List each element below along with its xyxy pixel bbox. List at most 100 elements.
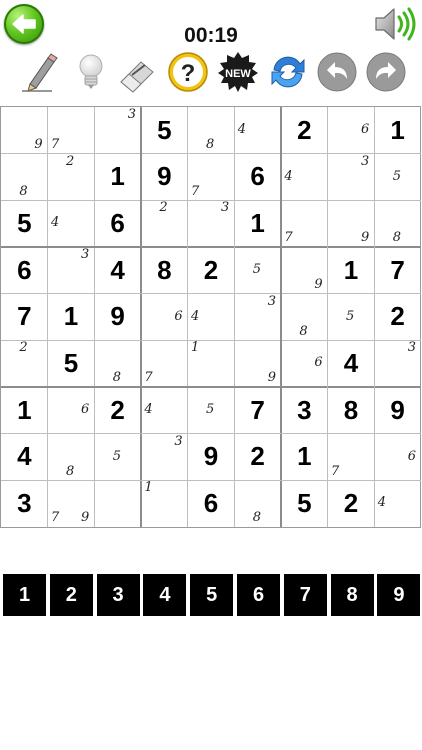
sudoku-cell[interactable]: 1 bbox=[1, 387, 48, 434]
sudoku-cell[interactable]: 7 bbox=[188, 154, 235, 201]
sudoku-cell[interactable]: 1 bbox=[188, 340, 235, 387]
sudoku-cell[interactable]: 5 bbox=[328, 294, 375, 341]
number-key-9[interactable]: 9 bbox=[377, 574, 421, 616]
sudoku-cell[interactable]: 6 bbox=[48, 387, 95, 434]
sudoku-cell[interactable]: 3 bbox=[188, 200, 235, 247]
cell-candidate: 3 bbox=[361, 153, 370, 169]
number-key-6[interactable]: 6 bbox=[237, 574, 280, 616]
eraser-button[interactable] bbox=[115, 50, 159, 94]
sudoku-cell[interactable]: 1 bbox=[141, 480, 188, 527]
sudoku-cell[interactable]: 6 bbox=[1, 247, 48, 294]
sudoku-cell[interactable]: 1 bbox=[234, 200, 281, 247]
sudoku-cell[interactable]: 7 bbox=[141, 340, 188, 387]
sudoku-cell[interactable]: 7 bbox=[281, 200, 328, 247]
sudoku-cell[interactable]: 9 bbox=[374, 387, 421, 434]
sudoku-cell[interactable]: 6 bbox=[234, 154, 281, 201]
sudoku-cell[interactable]: 9 bbox=[281, 247, 328, 294]
sudoku-cell[interactable]: 6 bbox=[94, 200, 141, 247]
sudoku-cell[interactable]: 5 bbox=[188, 387, 235, 434]
number-key-2[interactable]: 2 bbox=[49, 574, 93, 616]
sudoku-cell[interactable]: 5 bbox=[281, 480, 328, 527]
sudoku-cell[interactable]: 4 bbox=[141, 387, 188, 434]
sudoku-cell[interactable]: 4 bbox=[1, 434, 48, 481]
sudoku-cell[interactable]: 2 bbox=[188, 247, 235, 294]
sudoku-cell[interactable]: 8 bbox=[328, 387, 375, 434]
sudoku-cell[interactable]: 2 bbox=[94, 387, 141, 434]
sudoku-cell[interactable]: 8 bbox=[188, 107, 235, 154]
sudoku-cell[interactable]: 4 bbox=[281, 154, 328, 201]
sudoku-cell[interactable]: 9 bbox=[1, 107, 48, 154]
refresh-button[interactable] bbox=[266, 50, 310, 94]
sudoku-cell[interactable]: 7 bbox=[48, 107, 95, 154]
sudoku-cell[interactable]: 2 bbox=[281, 107, 328, 154]
sudoku-cell[interactable]: 8 bbox=[141, 247, 188, 294]
sudoku-cell[interactable]: 3 bbox=[374, 340, 421, 387]
number-key-3[interactable]: 3 bbox=[96, 574, 140, 616]
sudoku-cell[interactable]: 8 bbox=[1, 154, 48, 201]
sudoku-cell[interactable]: 3 bbox=[234, 294, 281, 341]
sudoku-cell[interactable]: 5 bbox=[94, 434, 141, 481]
sudoku-cell[interactable]: 1 bbox=[94, 154, 141, 201]
sudoku-cell[interactable]: 3 bbox=[281, 387, 328, 434]
sound-toggle-button[interactable] bbox=[372, 4, 420, 44]
sudoku-cell[interactable]: 2 bbox=[1, 340, 48, 387]
sudoku-cell[interactable]: 2 bbox=[374, 294, 421, 341]
sudoku-cell[interactable]: 2 bbox=[234, 434, 281, 481]
sudoku-cell[interactable]: 8 bbox=[374, 200, 421, 247]
sudoku-cell[interactable] bbox=[94, 480, 141, 527]
sudoku-cell[interactable]: 7 bbox=[374, 247, 421, 294]
sudoku-cell[interactable]: 4 bbox=[234, 107, 281, 154]
number-key-5[interactable]: 5 bbox=[190, 574, 234, 616]
sudoku-cell[interactable]: 1 bbox=[281, 434, 328, 481]
sudoku-cell[interactable]: 1 bbox=[48, 294, 95, 341]
sudoku-cell[interactable]: 2 bbox=[48, 154, 95, 201]
new-game-button[interactable]: NEW bbox=[216, 50, 260, 94]
sudoku-cell[interactable]: 7 bbox=[328, 434, 375, 481]
undo-button[interactable] bbox=[315, 50, 359, 94]
sudoku-cell[interactable]: 5 bbox=[1, 200, 48, 247]
sudoku-cell[interactable]: 3 bbox=[141, 434, 188, 481]
sudoku-cell[interactable]: 7 bbox=[1, 294, 48, 341]
sudoku-cell[interactable]: 4 bbox=[374, 480, 421, 527]
sudoku-cell[interactable]: 3 bbox=[328, 154, 375, 201]
sudoku-cell[interactable]: 3 bbox=[48, 247, 95, 294]
sudoku-cell[interactable]: 9 bbox=[141, 154, 188, 201]
sudoku-cell[interactable]: 3 bbox=[94, 107, 141, 154]
sudoku-cell[interactable]: 8 bbox=[234, 480, 281, 527]
sudoku-cell[interactable]: 7 bbox=[234, 387, 281, 434]
sudoku-cell[interactable]: 4 bbox=[48, 200, 95, 247]
pencil-button[interactable] bbox=[18, 50, 62, 94]
sudoku-cell[interactable]: 5 bbox=[141, 107, 188, 154]
help-button[interactable]: ? bbox=[166, 50, 210, 94]
sudoku-cell[interactable]: 3 bbox=[1, 480, 48, 527]
sudoku-cell[interactable]: 97 bbox=[48, 480, 95, 527]
sudoku-cell[interactable]: 9 bbox=[328, 200, 375, 247]
sudoku-cell[interactable]: 4 bbox=[188, 294, 235, 341]
sudoku-cell[interactable]: 6 bbox=[328, 107, 375, 154]
sudoku-cell[interactable]: 9 bbox=[94, 294, 141, 341]
sudoku-cell[interactable]: 6 bbox=[374, 434, 421, 481]
redo-button[interactable] bbox=[364, 50, 408, 94]
sudoku-cell[interactable]: 8 bbox=[48, 434, 95, 481]
sudoku-cell[interactable]: 2 bbox=[328, 480, 375, 527]
sudoku-cell[interactable]: 6 bbox=[141, 294, 188, 341]
number-key-4[interactable]: 4 bbox=[143, 574, 187, 616]
sudoku-cell[interactable]: 5 bbox=[48, 340, 95, 387]
number-key-8[interactable]: 8 bbox=[330, 574, 374, 616]
number-key-7[interactable]: 7 bbox=[283, 574, 327, 616]
sudoku-cell[interactable]: 5 bbox=[374, 154, 421, 201]
hint-button[interactable] bbox=[69, 50, 113, 94]
sudoku-cell[interactable]: 1 bbox=[328, 247, 375, 294]
sudoku-cell[interactable]: 4 bbox=[328, 340, 375, 387]
sudoku-cell[interactable]: 6 bbox=[281, 340, 328, 387]
sudoku-cell[interactable]: 8 bbox=[94, 340, 141, 387]
sudoku-cell[interactable]: 6 bbox=[188, 480, 235, 527]
sudoku-cell[interactable]: 1 bbox=[374, 107, 421, 154]
sudoku-cell[interactable]: 2 bbox=[141, 200, 188, 247]
number-key-1[interactable]: 1 bbox=[3, 574, 46, 616]
sudoku-cell[interactable]: 8 bbox=[281, 294, 328, 341]
sudoku-cell[interactable]: 4 bbox=[94, 247, 141, 294]
sudoku-cell[interactable]: 9 bbox=[188, 434, 235, 481]
sudoku-cell[interactable]: 9 bbox=[234, 340, 281, 387]
sudoku-cell[interactable]: 5 bbox=[234, 247, 281, 294]
